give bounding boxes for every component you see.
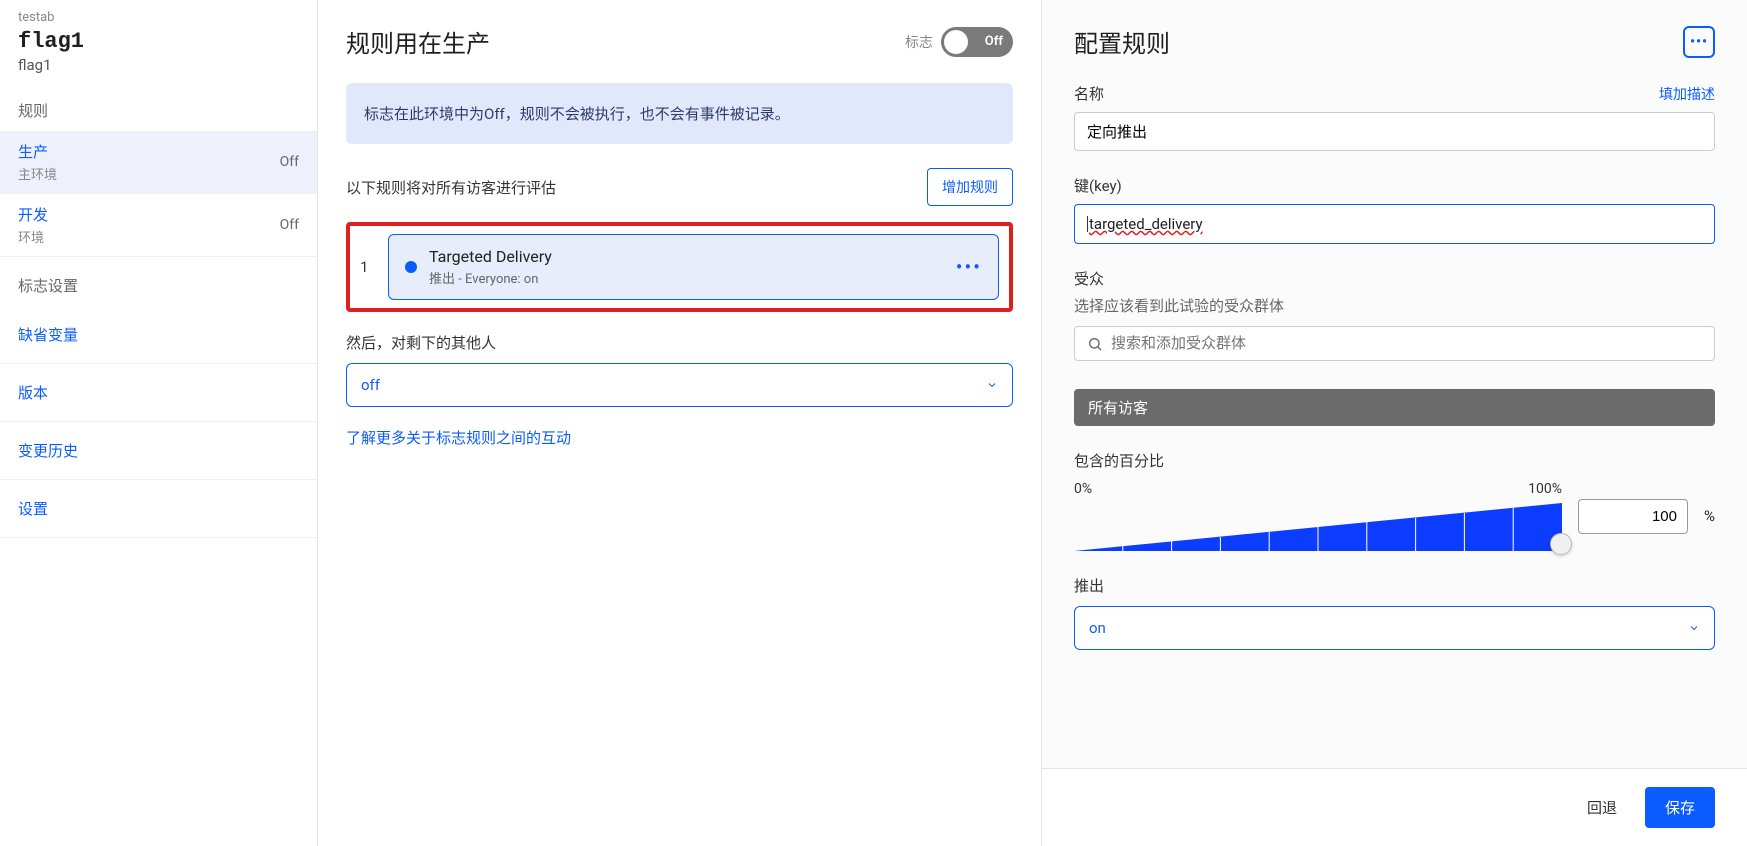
env-sub: 环境 [18, 227, 48, 246]
nav-history[interactable]: 变更历史 [0, 422, 317, 480]
audience-label: 受众 [1074, 268, 1715, 289]
flag-name: flag1 [18, 29, 299, 54]
percent-label: 包含的百分比 [1074, 450, 1715, 471]
config-title: 配置规则 [1074, 24, 1170, 59]
percent-sign: % [1704, 507, 1715, 525]
rule-card[interactable]: Targeted Delivery 推出 - Everyone: on ••• [388, 234, 999, 300]
save-button[interactable]: 保存 [1645, 787, 1715, 828]
slider-max-label: 100% [1528, 481, 1562, 497]
rule-subtitle: 推出 - Everyone: on [429, 268, 552, 287]
chevron-down-icon [986, 379, 998, 391]
slider-min-label: 0% [1074, 481, 1092, 497]
else-deliver-select[interactable]: off [346, 363, 1013, 407]
percent-input[interactable] [1578, 499, 1688, 534]
rule-index: 1 [360, 258, 374, 276]
rule-key-value: targeted_delivery [1089, 215, 1203, 233]
chevron-down-icon [1688, 622, 1700, 634]
panel-footer: 回退 保存 [1042, 768, 1747, 846]
status-dot-icon [405, 261, 417, 273]
rules-main-panel: 规则用在生产 标志 Off 标志在此环境中为Off，规则不会被执行，也不会有事件… [318, 0, 1042, 846]
env-status: Off [280, 154, 299, 170]
search-icon [1087, 336, 1103, 352]
rules-eval-label: 以下规则将对所有访客进行评估 [346, 177, 556, 198]
toggle-label: 标志 [905, 32, 933, 52]
nav-versions[interactable]: 版本 [0, 364, 317, 422]
flag-key: flag1 [18, 56, 299, 74]
rule-key-input[interactable]: targeted_delivery [1074, 204, 1715, 244]
flag-settings-label: 标志设置 [0, 257, 317, 306]
rules-section-label: 规则 [0, 82, 317, 131]
slider-ramp-icon [1074, 501, 1562, 553]
audience-desc: 选择应该看到此试验的受众群体 [1074, 295, 1715, 316]
env-name: 生产 [18, 141, 57, 162]
audience-search-box[interactable] [1074, 326, 1715, 361]
key-label: 键(key) [1074, 175, 1715, 196]
env-sub: 主环境 [18, 164, 57, 183]
slider-handle[interactable] [1550, 533, 1572, 555]
name-label: 名称 [1074, 83, 1104, 104]
breadcrumb[interactable]: testab [18, 10, 299, 25]
else-label: 然后，对剩下的其他人 [346, 332, 1013, 353]
add-rule-button[interactable]: 增加规则 [927, 168, 1013, 206]
flag-header: testab flag1 flag1 [0, 0, 317, 82]
percent-slider[interactable]: 0% 100% [1074, 481, 1562, 551]
env-status: Off [280, 217, 299, 233]
rule-more-icon[interactable]: ••• [956, 255, 982, 279]
panel-menu-button[interactable]: ••• [1683, 26, 1715, 58]
page-title: 规则用在生产 [346, 24, 490, 59]
toggle-state-text: Off [985, 34, 1003, 49]
env-item-production[interactable]: 生产 主环境 Off [0, 131, 317, 194]
nav-default-vars[interactable]: 缺省变量 [0, 306, 317, 364]
all-visitors-tag: 所有访客 [1074, 389, 1715, 426]
rollout-label: 推出 [1074, 575, 1715, 596]
rollout-select[interactable]: on [1074, 606, 1715, 650]
learn-more-link[interactable]: 了解更多关于标志规则之间的互动 [346, 427, 571, 448]
toggle-knob [944, 30, 968, 54]
rule-card-highlight: 1 Targeted Delivery 推出 - Everyone: on ••… [346, 222, 1013, 312]
nav-settings[interactable]: 设置 [0, 480, 317, 538]
rule-config-panel: 配置规则 ••• 名称 填加描述 键(key) targeted_deliver… [1042, 0, 1747, 846]
rule-name-input[interactable] [1074, 112, 1715, 151]
rollout-value: on [1089, 619, 1106, 637]
left-sidebar: testab flag1 flag1 规则 生产 主环境 Off 开发 环境 O… [0, 0, 318, 846]
off-state-banner: 标志在此环境中为Off，规则不会被执行，也不会有事件被记录。 [346, 83, 1013, 144]
env-name: 开发 [18, 204, 48, 225]
back-button[interactable]: 回退 [1573, 787, 1631, 828]
rule-title: Targeted Delivery [429, 247, 552, 266]
audience-search-input[interactable] [1111, 335, 1702, 352]
env-item-development[interactable]: 开发 环境 Off [0, 194, 317, 257]
more-horizontal-icon: ••• [1690, 34, 1708, 50]
flag-toggle[interactable]: Off [941, 27, 1013, 57]
else-deliver-value: off [361, 376, 380, 394]
add-description-link[interactable]: 填加描述 [1659, 84, 1715, 104]
